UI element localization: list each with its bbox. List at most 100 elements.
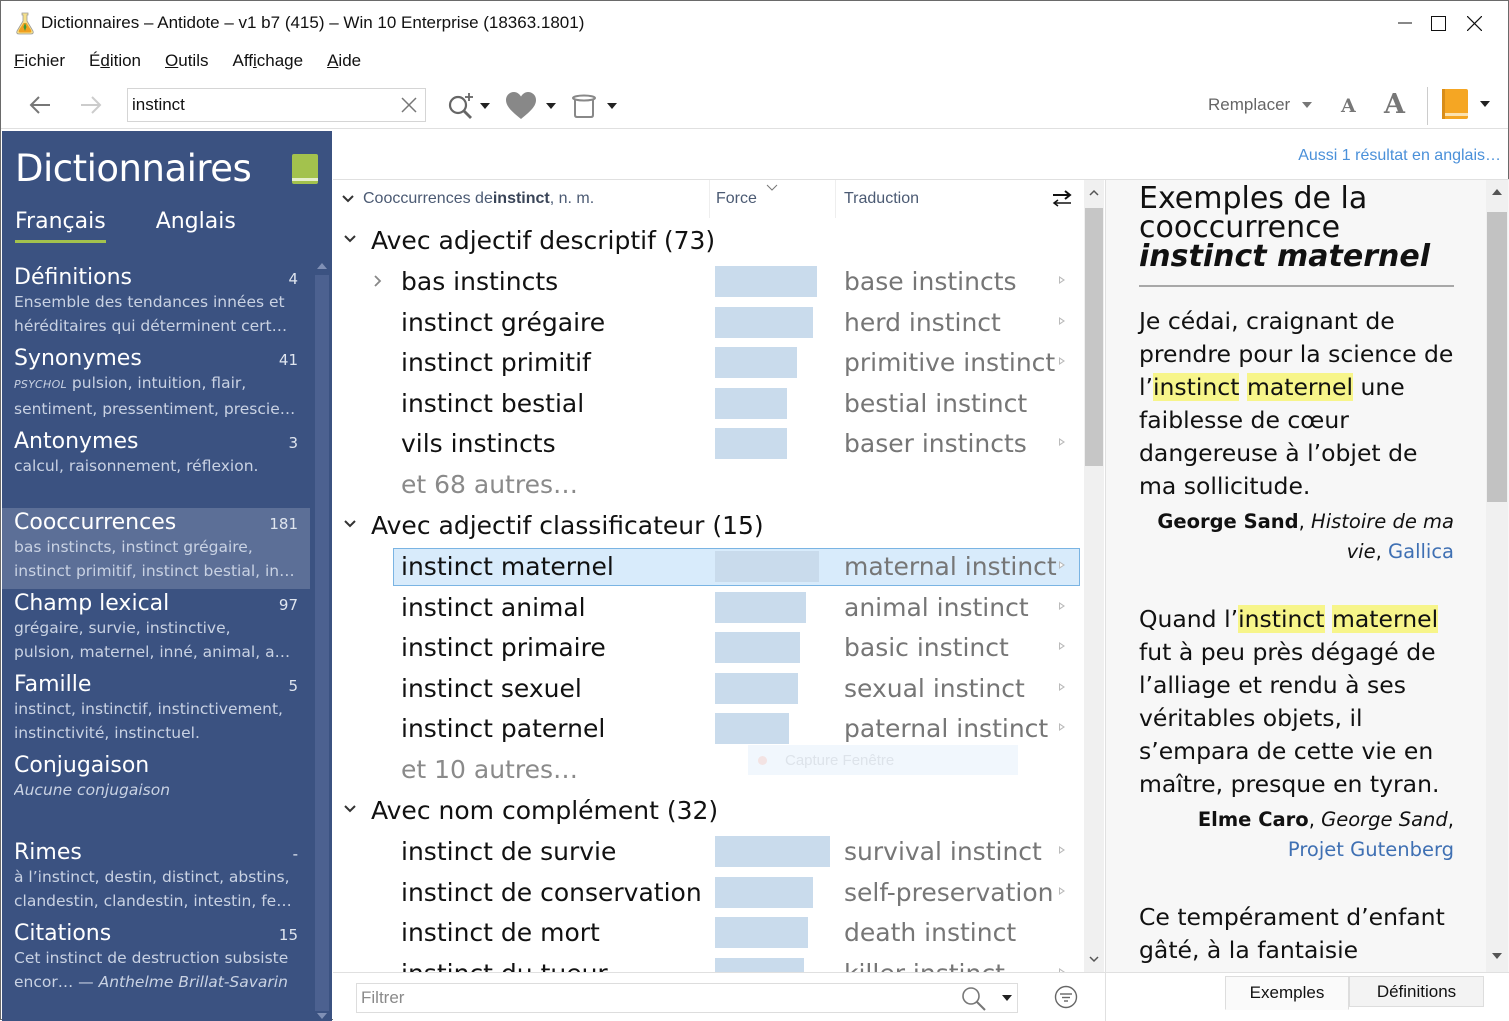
example-source-link[interactable]: Projet Gutenberg: [1288, 838, 1454, 861]
list-scrollbar[interactable]: [1084, 180, 1104, 972]
play-audio-icon[interactable]: [1059, 846, 1065, 854]
tab-anglais[interactable]: Anglais: [156, 209, 236, 243]
sidebar-item-conjugaison[interactable]: Conjugaison Aucune conjugaison: [2, 751, 310, 808]
cooccurrence-term[interactable]: instinct sexuel: [401, 674, 582, 703]
sidebar-item-rimes[interactable]: Rimes - à l’instinct, destin, distinct, ab…: [2, 838, 310, 919]
table-row[interactable]: instinct du tueur killer instinct: [333, 954, 1083, 973]
translation[interactable]: animal instinct: [844, 593, 1029, 622]
column-header-cooccurrences[interactable]: Cooccurrences de instinct , n. m.: [341, 190, 594, 208]
table-row[interactable]: instinct sexuel sexual instinct: [333, 669, 1083, 710]
menu-aide[interactable]: Aide: [315, 47, 373, 79]
scrollbar-thumb[interactable]: [1487, 212, 1507, 502]
table-row[interactable]: instinct animal animal instinct: [333, 588, 1083, 629]
example-source-link[interactable]: Gallica: [1388, 540, 1454, 563]
replace-button[interactable]: Remplacer: [1208, 95, 1313, 115]
cooccurrence-term[interactable]: instinct primitif: [401, 348, 591, 377]
cooccurrence-term[interactable]: instinct paternel: [401, 714, 605, 743]
menu-outils[interactable]: Outils: [153, 47, 220, 79]
play-audio-icon[interactable]: [1059, 682, 1065, 691]
more-results-link[interactable]: et 10 autres…: [401, 755, 578, 784]
cooccurrence-term[interactable]: instinct de mort: [401, 918, 600, 947]
table-row[interactable]: instinct de mort death instinct: [333, 913, 1083, 954]
scroll-down-icon[interactable]: [1491, 952, 1503, 960]
filter-input[interactable]: [357, 984, 947, 1012]
scroll-up-icon[interactable]: [1491, 188, 1503, 196]
tab-exemples[interactable]: Exemples: [1225, 976, 1349, 1010]
cooccurrence-term[interactable]: bas instincts: [401, 267, 558, 296]
column-header-force[interactable]: Force: [709, 180, 835, 218]
play-audio-icon[interactable]: [1059, 561, 1065, 569]
translation[interactable]: self-preservation: [844, 878, 1053, 907]
menu-fichier[interactable]: Fichier: [1, 47, 77, 79]
forward-button[interactable]: [74, 89, 108, 121]
sidebar-item-citations[interactable]: Citations 15 Cet instinct de destruction s…: [2, 919, 310, 1000]
play-audio-icon[interactable]: [1059, 723, 1065, 731]
play-audio-icon[interactable]: [1059, 276, 1065, 284]
table-row[interactable]: instinct paternel paternal instinct: [333, 709, 1083, 750]
cooccurrence-term[interactable]: instinct du tueur: [401, 959, 608, 973]
column-header-traduction[interactable]: Traduction: [835, 180, 1043, 218]
translation[interactable]: baser instincts: [844, 429, 1027, 458]
play-audio-icon[interactable]: [1059, 357, 1065, 365]
search-input[interactable]: [128, 89, 388, 121]
translation[interactable]: paternal instinct: [844, 714, 1048, 743]
more-results-link[interactable]: et 68 autres…: [401, 470, 578, 499]
table-row[interactable]: instinct primitif primitive instinct: [333, 343, 1083, 384]
tab-francais[interactable]: Français: [15, 209, 106, 243]
scroll-down-icon[interactable]: [317, 1013, 327, 1019]
cooccurrence-term[interactable]: instinct bestial: [401, 389, 584, 418]
examples-scrollbar[interactable]: [1486, 180, 1508, 972]
chevron-down-icon[interactable]: [343, 234, 357, 244]
english-results-link[interactable]: Aussi 1 résultat en anglais…: [1298, 147, 1501, 165]
table-row[interactable]: instinct maternel maternal instinct: [333, 547, 1083, 588]
translation[interactable]: bestial instinct: [844, 389, 1027, 418]
table-row[interactable]: instinct de survie survival instinct: [333, 832, 1083, 873]
translation[interactable]: base instincts: [844, 267, 1017, 296]
play-audio-icon[interactable]: [1059, 438, 1065, 446]
scroll-up-icon[interactable]: [317, 263, 327, 269]
scrollbar-track[interactable]: [315, 275, 329, 1011]
group-header[interactable]: Avec adjectif classificateur (15): [333, 505, 1083, 547]
group-header[interactable]: Avec nom complément (32): [333, 790, 1083, 832]
more-results-row[interactable]: et 68 autres…: [333, 465, 1083, 506]
menu-edition[interactable]: Édition: [77, 47, 153, 79]
sidebar-item-cooccurrences[interactable]: Cooccurrences 181 bas instincts, instinct …: [2, 508, 310, 589]
advanced-search-button[interactable]: [447, 91, 490, 121]
favorites-button[interactable]: [505, 91, 556, 121]
cooccurrence-term[interactable]: instinct de survie: [401, 837, 616, 866]
play-audio-icon[interactable]: [1059, 601, 1065, 610]
search-icon[interactable]: [961, 986, 987, 1012]
scroll-down-icon[interactable]: [1089, 954, 1099, 964]
translation[interactable]: killer instinct: [844, 959, 1005, 973]
dictionary-menu-button[interactable]: [1442, 89, 1490, 119]
translation[interactable]: herd instinct: [844, 308, 1001, 337]
play-audio-icon[interactable]: [1059, 886, 1065, 895]
sidebar-item-definitions[interactable]: Définitions 4 Ensemble des tendances innée…: [2, 263, 310, 344]
sidebar-item-famille[interactable]: Famille 5 instinct, instinctif, instinctiv…: [2, 670, 310, 751]
translation[interactable]: primitive instinct: [844, 348, 1055, 377]
group-header[interactable]: Avec adjectif descriptif (73): [333, 220, 1083, 262]
table-row[interactable]: vils instincts baser instincts: [333, 424, 1083, 465]
cooccurrence-term[interactable]: instinct primaire: [401, 633, 606, 662]
tab-definitions[interactable]: Définitions: [1349, 976, 1484, 1007]
scroll-up-icon[interactable]: [1089, 188, 1099, 198]
decrease-font-button[interactable]: A: [1341, 95, 1356, 117]
history-button[interactable]: [571, 91, 617, 121]
chevron-down-icon[interactable]: [343, 804, 357, 814]
sidebar-item-antonymes[interactable]: Antonymes 3 calcul, raisonnement, réflexio…: [2, 427, 310, 508]
cooccurrence-term[interactable]: instinct animal: [401, 593, 586, 622]
table-row[interactable]: instinct primaire basic instinct: [333, 628, 1083, 669]
back-button[interactable]: [23, 89, 57, 121]
translation[interactable]: maternal instinct: [844, 552, 1057, 581]
filter-options-icon[interactable]: [1054, 985, 1078, 1009]
play-audio-icon[interactable]: [1059, 316, 1065, 325]
swap-arrows-icon[interactable]: [1051, 188, 1073, 210]
table-row[interactable]: instinct de conservation self-preservatio…: [333, 873, 1083, 914]
menu-affichage[interactable]: Affichage: [220, 47, 315, 79]
sidebar-item-champ-lexical[interactable]: Champ lexical 97 grégaire, survie, instinc…: [2, 589, 310, 670]
clear-search-icon[interactable]: [399, 95, 419, 115]
sidebar-item-synonymes[interactable]: Synonymes 41 PSYCHOL pulsion, intuition, f…: [2, 344, 310, 427]
translation[interactable]: sexual instinct: [844, 674, 1025, 703]
play-audio-icon[interactable]: [1059, 642, 1065, 650]
chevron-down-icon[interactable]: [343, 519, 357, 529]
